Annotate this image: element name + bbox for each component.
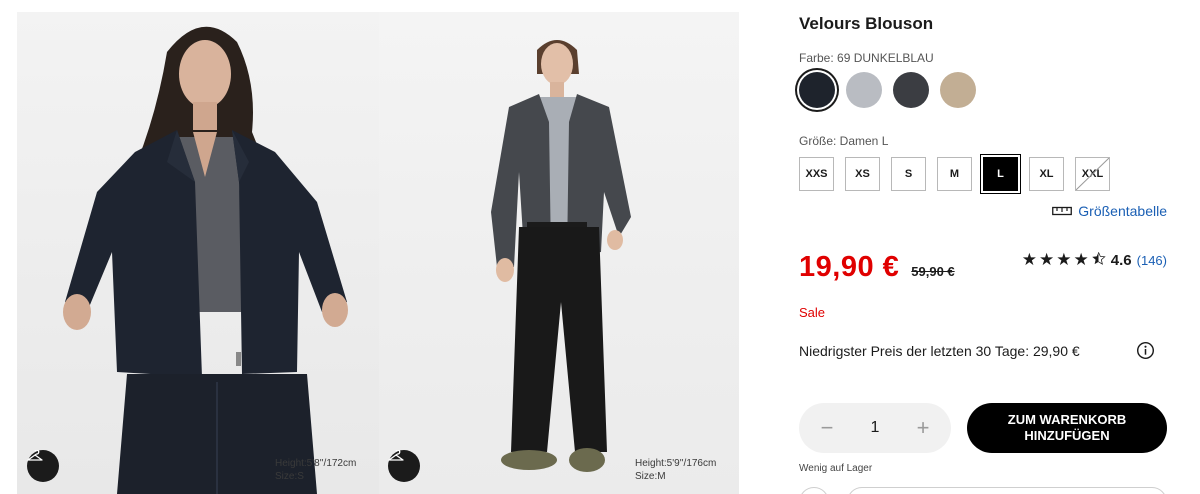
- rating-value: 4.6: [1110, 251, 1132, 269]
- product-image-1[interactable]: Height:5'8''/172cm Size:S: [17, 12, 379, 494]
- product-image-2[interactable]: Height:5'9''/176cm Size:M: [379, 12, 739, 494]
- sale-label: Sale: [799, 305, 826, 320]
- info-icon[interactable]: [1136, 341, 1155, 360]
- size-label-text: XL: [1039, 168, 1054, 180]
- size-option-l[interactable]: L: [983, 157, 1018, 191]
- half-star-icon: [1092, 252, 1106, 265]
- size-label-text: XS: [855, 168, 870, 180]
- stock-status: Wenig auf Lager: [799, 463, 873, 474]
- model-height: Height:5'8''/172cm: [275, 458, 357, 469]
- color-swatch-navy[interactable]: [799, 72, 835, 108]
- size-option-s[interactable]: S: [891, 157, 926, 191]
- size-label: Größe: Damen L: [799, 134, 889, 148]
- original-price: 59,90 €: [911, 264, 955, 279]
- star-icon: ★: [1073, 250, 1089, 269]
- review-count-link[interactable]: (146): [1137, 253, 1167, 268]
- quantity-value[interactable]: 1: [871, 419, 880, 437]
- model-size: Size:M: [635, 471, 666, 482]
- hanger-icon: [27, 450, 43, 461]
- rating-stars: ★ ★ ★ ★: [1022, 250, 1106, 270]
- size-option-xl[interactable]: XL: [1029, 157, 1064, 191]
- color-swatch-light-gray[interactable]: [846, 72, 882, 108]
- store-availability-button[interactable]: [847, 487, 1167, 494]
- add-to-cart-button[interactable]: ZUM WARENKORB HINZUFÜGEN: [967, 403, 1167, 453]
- model-photo-front: [63, 26, 348, 494]
- model-info: Height:5'9''/176cm Size:M: [635, 457, 716, 483]
- lowest-price-note: Niedrigster Preis der letzten 30 Tage: 2…: [799, 343, 1080, 359]
- star-icon: ★: [1021, 250, 1038, 269]
- size-label-text: L: [997, 168, 1004, 180]
- hanger-icon: [388, 450, 404, 461]
- size-label-text: XXS: [805, 168, 828, 180]
- size-chart-link[interactable]: Größentabelle: [1052, 203, 1167, 219]
- unavailable-slash: [1076, 158, 1109, 190]
- model-info: Height:5'8''/172cm Size:S: [275, 457, 356, 483]
- try-on-button[interactable]: [27, 450, 59, 482]
- size-label-text: S: [904, 168, 913, 180]
- try-on-button[interactable]: [388, 450, 420, 482]
- increase-quantity-button[interactable]: +: [913, 415, 933, 441]
- product-panel: Velours Blouson Farbe: 69 DUNKELBLAU Grö…: [799, 0, 1179, 494]
- current-price: 19,90 €: [799, 251, 900, 283]
- quantity-stepper: − 1 +: [799, 403, 951, 453]
- size-option-m[interactable]: M: [937, 157, 972, 191]
- color-swatches: [799, 72, 976, 108]
- ruler-icon: [1052, 206, 1073, 216]
- wishlist-button[interactable]: [799, 487, 829, 494]
- price-block: 19,90 € 59,90 €: [799, 251, 955, 284]
- star-icon: ★: [1056, 250, 1072, 269]
- color-swatch-dark-gray[interactable]: [893, 72, 929, 108]
- model-height: Height:5'9''/176cm: [635, 458, 717, 469]
- size-selector: XXS XS S M L XL XXL: [799, 157, 1110, 191]
- size-option-xs[interactable]: XS: [845, 157, 880, 191]
- rating[interactable]: ★ ★ ★ ★ 4.6 (146): [1022, 250, 1167, 270]
- model-size: Size:S: [275, 471, 304, 482]
- product-title: Velours Blouson: [799, 14, 934, 33]
- size-label-text: M: [949, 168, 960, 180]
- size-option-xxs[interactable]: XXS: [799, 157, 834, 191]
- model-photo-full: [491, 40, 631, 472]
- color-label: Farbe: 69 DUNKELBLAU: [799, 51, 934, 65]
- star-icon: ★: [1039, 250, 1055, 269]
- decrease-quantity-button[interactable]: −: [817, 415, 837, 441]
- color-swatch-beige[interactable]: [940, 72, 976, 108]
- size-chart-label: Größentabelle: [1078, 203, 1167, 219]
- size-option-xxl[interactable]: XXL: [1075, 157, 1110, 191]
